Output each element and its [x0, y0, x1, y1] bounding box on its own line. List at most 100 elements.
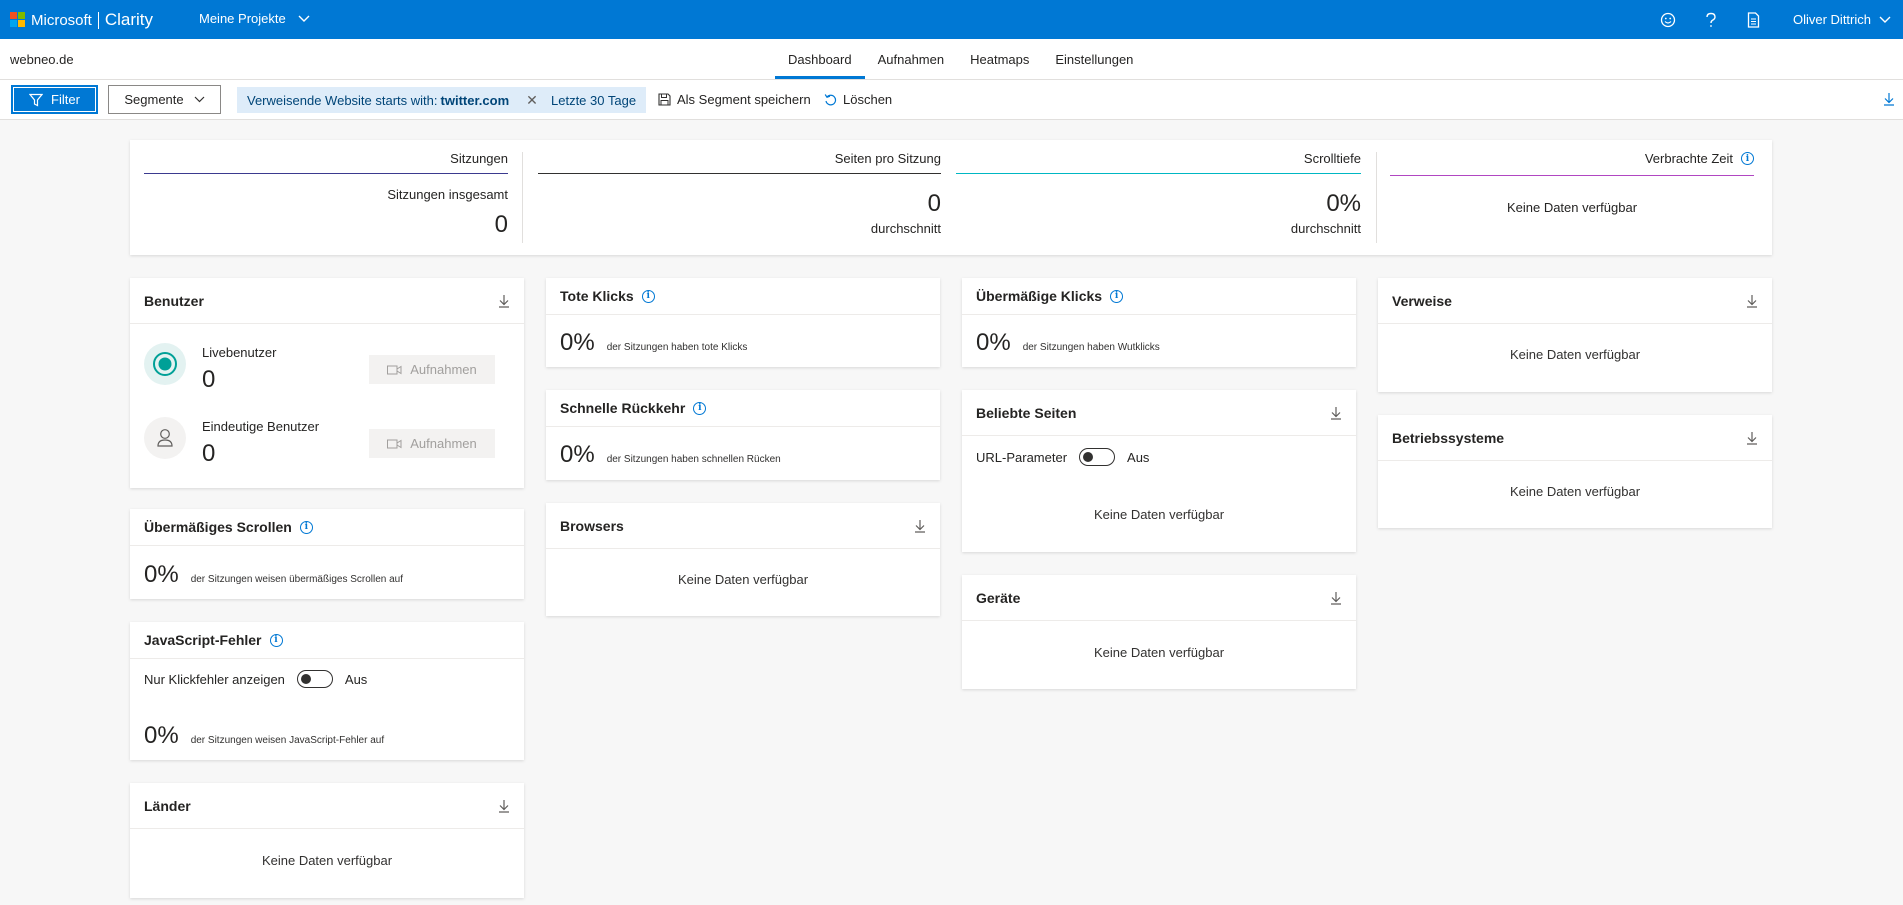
brand-separator — [97, 11, 99, 29]
summary-pages-per-session: Seiten pro Sitzung 0 durchschnitt — [538, 140, 941, 255]
info-icon[interactable]: i — [1110, 289, 1124, 303]
info-icon[interactable]: i — [693, 401, 707, 415]
info-icon[interactable]: i — [1741, 152, 1754, 165]
user-menu[interactable]: Oliver Dittrich — [1793, 12, 1891, 27]
card-header: Geräte — [962, 575, 1356, 621]
user-name: Oliver Dittrich — [1792, 12, 1871, 27]
uebermaessige-klicks-card: Übermäßige Klicks i 0% der Sitzungen habe… — [962, 278, 1356, 367]
sessions-accent-line — [144, 173, 508, 174]
card-title: Länder — [144, 797, 191, 814]
chevron-down-icon — [298, 15, 310, 22]
chip-value: twitter.com — [440, 92, 510, 108]
filter-label: Filter — [51, 92, 80, 107]
save-segment-button[interactable]: Als Segment speichern — [658, 92, 811, 107]
card-header: Übermäßiges Scrollen i — [130, 509, 524, 546]
active-filter-chip[interactable]: Verweisende Website starts with: twitter… — [237, 87, 548, 113]
user-avatar-icon — [144, 417, 186, 459]
download-icon[interactable] — [1746, 294, 1758, 308]
metric-row: 0% der Sitzungen haben tote Klicks — [560, 329, 747, 357]
pages-value: 0 — [927, 190, 941, 217]
metric-desc: der Sitzungen haben Wutklicks — [1022, 342, 1160, 353]
clear-filters-button[interactable]: Löschen — [824, 92, 892, 107]
document-icon[interactable] — [1745, 11, 1763, 29]
brand[interactable]: Microsoft Clarity — [31, 10, 153, 30]
card-title: Übermäßige Klicks — [976, 288, 1103, 304]
click-errors-toggle-row: Nur Klickfehler anzeigen Aus — [144, 670, 367, 688]
scroll-sub: durchschnitt — [1290, 221, 1361, 236]
time-accent-line — [1390, 175, 1754, 176]
filter-bar: Filter Segmente Verweisende Website star… — [0, 80, 1903, 120]
date-range-chip[interactable]: Letzte 30 Tage — [541, 87, 647, 113]
scroll-value: 0% — [1326, 190, 1361, 217]
brand-microsoft: Microsoft — [31, 11, 92, 29]
toggle-state: Aus — [344, 671, 368, 687]
download-icon[interactable] — [1883, 92, 1895, 109]
download-icon[interactable] — [1330, 591, 1342, 605]
download-icon[interactable] — [914, 519, 926, 533]
video-camera-icon — [387, 365, 402, 374]
tab-heatmaps[interactable]: Heatmaps — [957, 39, 1042, 79]
card-header: Beliebte Seiten — [962, 390, 1356, 436]
unique-record-button[interactable]: Aufnahmen — [369, 429, 495, 458]
filter-button[interactable]: Filter — [11, 85, 98, 114]
summary-sessions: Sitzungen Sitzungen insgesamt 0 — [144, 140, 508, 255]
tab-dashboard[interactable]: Dashboard — [775, 39, 865, 79]
info-icon[interactable]: i — [269, 633, 283, 647]
info-icon[interactable]: i — [641, 289, 655, 303]
metric-desc: der Sitzungen haben tote Klicks — [606, 342, 748, 353]
segments-dropdown[interactable]: Segmente — [108, 85, 221, 114]
project-selector[interactable]: Meine Projekte — [199, 11, 310, 26]
summary-scroll-depth: Scrolltiefe 0% durchschnitt — [956, 140, 1361, 255]
save-disk-icon — [658, 93, 671, 106]
tab-einstellungen[interactable]: Einstellungen — [1042, 39, 1146, 79]
help-icon[interactable] — [1702, 11, 1720, 29]
url-param-toggle[interactable] — [1079, 448, 1116, 466]
close-icon[interactable]: ✕ — [526, 92, 538, 109]
no-data-text: Keine Daten verfügbar — [261, 853, 393, 868]
card-header: Übermäßige Klicks i — [962, 278, 1356, 315]
scroll-title: Scrolltiefe — [1303, 151, 1361, 166]
javascript-fehler-card: JavaScript-Fehler i Nur Klickfehler anzei… — [130, 622, 524, 760]
card-header: Verweise — [1378, 278, 1772, 324]
card-title: Geräte — [976, 589, 1021, 606]
download-icon[interactable] — [1330, 406, 1342, 420]
download-icon[interactable] — [498, 294, 510, 308]
no-data-text: Keine Daten verfügbar — [1509, 484, 1641, 499]
metric-desc: der Sitzungen weisen JavaScript-Fehler a… — [190, 735, 385, 746]
card-title: Tote Klicks — [560, 288, 634, 304]
card-title: Beliebte Seiten — [976, 404, 1077, 421]
metric-value: 0% — [560, 441, 595, 468]
card-header: Länder — [130, 783, 524, 829]
geraete-card: Geräte Keine Daten verfügbar — [962, 575, 1356, 689]
pages-title: Seiten pro Sitzung — [834, 151, 941, 166]
live-user-value: 0 — [202, 366, 216, 393]
no-data-text: Keine Daten verfügbar — [1093, 645, 1225, 660]
unique-user-label: Eindeutige Benutzer — [202, 419, 320, 434]
nav-bar: webneo.de Dashboard Aufnahmen Heatmaps E… — [0, 39, 1903, 80]
time-title-text: Verbrachte Zeit — [1644, 151, 1733, 166]
summary-card: Sitzungen Sitzungen insgesamt 0 Seiten p… — [130, 140, 1772, 255]
feedback-smiley-icon[interactable] — [1659, 11, 1677, 29]
card-header: JavaScript-Fehler i — [130, 622, 524, 659]
summary-time-spent: Verbrachte Zeit i Keine Daten verfügbar — [1390, 140, 1754, 255]
project-label: Meine Projekte — [199, 11, 286, 26]
toggle-state: Aus — [1127, 449, 1150, 465]
download-icon[interactable] — [498, 799, 510, 813]
schnelle-rueckkehr-card: Schnelle Rückkehr i 0% der Sitzungen habe… — [546, 390, 940, 480]
site-name: webneo.de — [10, 52, 74, 67]
metric-row: 0% der Sitzungen haben schnellen Rücken — [560, 441, 781, 469]
card-header: Betriebssysteme — [1378, 415, 1772, 461]
clear-label: Löschen — [843, 92, 893, 107]
tab-aufnahmen[interactable]: Aufnahmen — [865, 39, 958, 79]
save-segment-label: Als Segment speichern — [677, 92, 811, 107]
date-range-label: Letzte 30 Tage — [551, 92, 637, 108]
card-header: Schnelle Rückkehr i — [546, 390, 940, 427]
click-errors-toggle[interactable] — [296, 670, 333, 688]
download-icon[interactable] — [1746, 431, 1758, 445]
info-icon[interactable]: i — [299, 520, 313, 534]
toggle-label: Nur Klickfehler anzeigen — [144, 671, 285, 687]
card-title: JavaScript-Fehler — [144, 632, 262, 648]
live-record-button[interactable]: Aufnahmen — [369, 355, 495, 384]
top-bar: Microsoft Clarity Meine Projekte Oliver … — [0, 0, 1903, 39]
metric-desc: der Sitzungen haben schnellen Rücken — [606, 454, 781, 465]
